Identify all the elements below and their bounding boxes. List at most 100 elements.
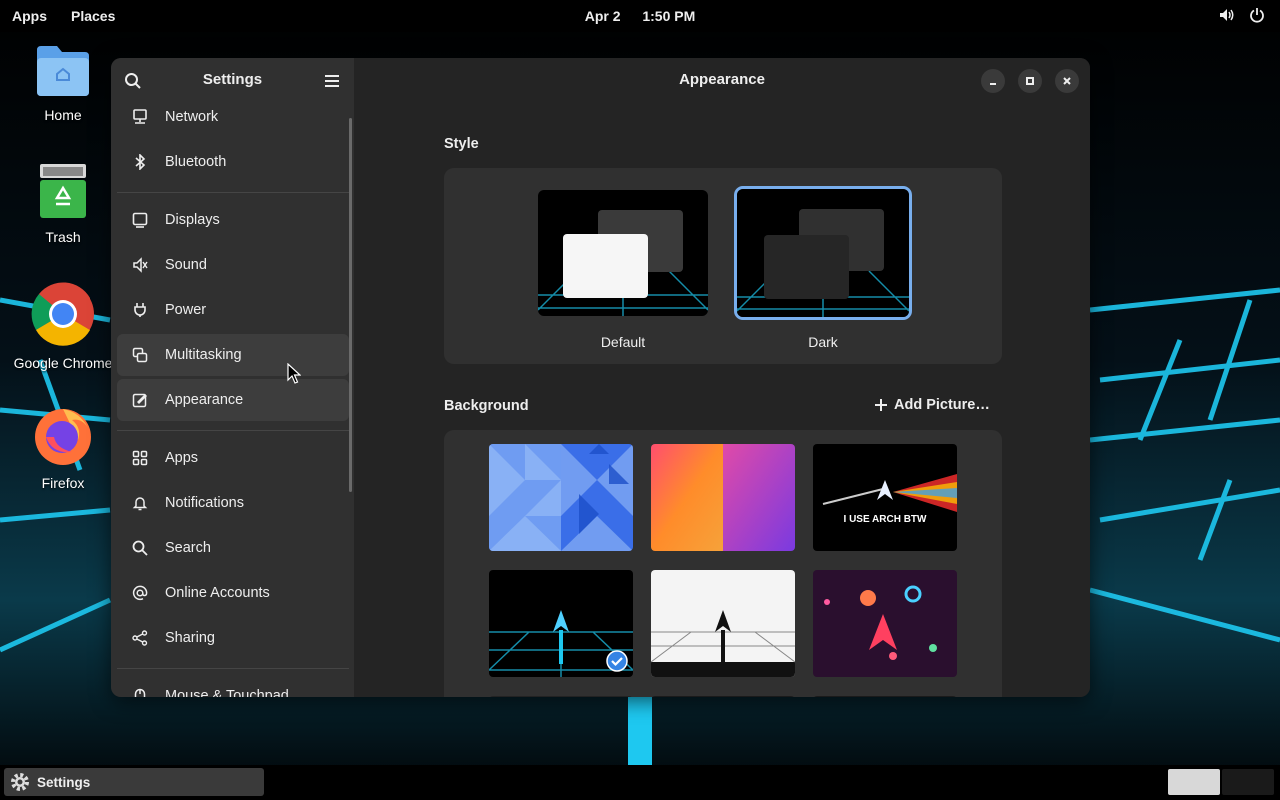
background-thumb-blue-triangles[interactable] xyxy=(489,444,633,551)
background-thumb-arch-prism[interactable]: I USE ARCH BTW xyxy=(813,444,957,551)
mouse-cursor-icon xyxy=(287,363,301,384)
gear-icon xyxy=(11,773,29,791)
clock: Apr 2 1:50 PM xyxy=(0,0,1280,32)
clock-date[interactable]: Apr 2 xyxy=(585,8,621,24)
desktop-icon-home[interactable]: Home xyxy=(8,44,118,123)
taskbar: Settings xyxy=(0,765,1280,800)
desktop-icon-label: Home xyxy=(44,107,82,123)
workspace-1[interactable] xyxy=(1168,769,1220,795)
power-icon[interactable] xyxy=(1248,6,1266,24)
power-plug-icon xyxy=(130,300,150,320)
sidebar-item-sharing[interactable]: Sharing xyxy=(117,617,349,659)
sidebar-item-label: Sound xyxy=(165,257,207,273)
settings-sidebar: Settings Network Bluetooth Displays Soun… xyxy=(111,58,354,697)
top-bar: Apps Places Apr 2 1:50 PM xyxy=(0,0,1280,32)
appearance-icon xyxy=(130,390,150,410)
desktop-icon-chrome[interactable]: Google Chrome xyxy=(8,282,118,371)
add-picture-button[interactable]: Add Picture… xyxy=(874,397,990,413)
sidebar-item-displays[interactable]: Displays xyxy=(117,199,349,241)
display-icon xyxy=(130,210,150,230)
style-card: Default Dark xyxy=(444,168,1002,364)
background-thumb-arch-planets[interactable] xyxy=(813,570,957,677)
sidebar-item-appearance[interactable]: Appearance xyxy=(117,379,349,421)
sidebar-scrollbar[interactable] xyxy=(349,118,352,492)
minimize-icon xyxy=(990,83,996,85)
sidebar-item-label: Displays xyxy=(165,212,220,228)
sidebar-item-label: Appearance xyxy=(165,392,244,408)
background-thumb-arch-neon-grid[interactable] xyxy=(489,570,633,677)
sidebar-list: Network Bluetooth Displays Sound Power M… xyxy=(111,104,354,697)
taskbar-settings-button[interactable]: Settings xyxy=(4,768,264,796)
places-menu[interactable]: Places xyxy=(71,0,115,32)
hamburger-icon xyxy=(325,75,339,87)
sidebar-header: Settings xyxy=(111,58,354,104)
add-picture-label: Add Picture… xyxy=(894,397,990,413)
sidebar-item-label: Online Accounts xyxy=(165,585,270,601)
share-icon xyxy=(130,628,150,648)
desktop-icon-trash[interactable]: Trash xyxy=(8,164,118,245)
bluetooth-icon xyxy=(130,152,150,172)
sidebar-item-network[interactable]: Network xyxy=(117,104,349,138)
sidebar-item-label: Apps xyxy=(165,450,199,466)
sidebar-item-multitasking[interactable]: Multitasking xyxy=(117,334,349,376)
main-menu-button[interactable] xyxy=(319,68,345,94)
mouse-icon xyxy=(130,686,150,697)
background-thumb-arch-white-grid[interactable] xyxy=(651,570,795,677)
sidebar-item-apps[interactable]: Apps xyxy=(117,437,349,479)
at-icon xyxy=(130,583,150,603)
background-thumb[interactable] xyxy=(489,696,633,697)
chrome-icon xyxy=(31,282,94,346)
page-title: Appearance xyxy=(679,71,765,88)
sidebar-item-label: Network xyxy=(165,109,219,125)
apps-grid-icon xyxy=(130,448,150,468)
style-option-dark[interactable] xyxy=(734,186,912,320)
desktop-icon-label: Firefox xyxy=(41,475,85,491)
sidebar-item-mouse-touchpad[interactable]: Mouse & Touchpad xyxy=(117,675,349,697)
multitasking-icon xyxy=(130,345,150,365)
close-button[interactable] xyxy=(1055,69,1079,93)
sidebar-item-power[interactable]: Power xyxy=(117,289,349,331)
sidebar-item-sound[interactable]: Sound xyxy=(117,244,349,286)
maximize-icon xyxy=(1026,77,1034,85)
background-thumb-orange-purple-gradient[interactable] xyxy=(651,444,795,551)
sidebar-title: Settings xyxy=(202,71,263,88)
network-icon xyxy=(130,107,150,127)
sidebar-item-search[interactable]: Search xyxy=(117,527,349,569)
background-section-label: Background xyxy=(444,398,529,414)
style-section-label: Style xyxy=(444,136,479,152)
sidebar-separator xyxy=(117,668,349,669)
sidebar-item-label: Search xyxy=(165,540,211,556)
minimize-button[interactable] xyxy=(981,69,1005,93)
system-tray xyxy=(1218,6,1266,24)
thumb-caption: I USE ARCH BTW xyxy=(844,514,928,525)
maximize-button[interactable] xyxy=(1018,69,1042,93)
desktop-icon-firefox[interactable]: Firefox xyxy=(8,404,118,491)
background-grid: I USE ARCH BTW xyxy=(444,430,1002,697)
taskbar-item-label: Settings xyxy=(37,774,91,790)
settings-window: Settings Network Bluetooth Displays Soun… xyxy=(111,58,1090,697)
style-option-default[interactable] xyxy=(538,190,708,316)
volume-icon[interactable] xyxy=(1218,6,1236,24)
desktop-icon-label: Google Chrome xyxy=(13,355,113,371)
background-thumb[interactable] xyxy=(813,696,957,697)
plus-icon xyxy=(875,399,887,411)
sidebar-separator xyxy=(117,430,349,431)
style-option-label: Dark xyxy=(808,334,838,350)
sidebar-separator xyxy=(117,192,349,193)
clock-time[interactable]: 1:50 PM xyxy=(642,8,695,24)
sidebar-item-online-accounts[interactable]: Online Accounts xyxy=(117,572,349,614)
home-folder-icon xyxy=(37,46,89,96)
appearance-panel: Appearance Style Default Dark Background… xyxy=(354,58,1090,697)
sidebar-item-label: Notifications xyxy=(165,495,244,511)
workspace-2[interactable] xyxy=(1222,769,1274,795)
background-thumb[interactable] xyxy=(651,696,795,697)
trash-icon xyxy=(40,164,86,218)
bell-icon xyxy=(130,493,150,513)
sidebar-item-notifications[interactable]: Notifications xyxy=(117,482,349,524)
close-icon xyxy=(1063,77,1071,85)
sidebar-item-label: Power xyxy=(165,302,207,318)
sidebar-item-label: Sharing xyxy=(165,630,215,646)
apps-menu[interactable]: Apps xyxy=(12,0,47,32)
sidebar-item-bluetooth[interactable]: Bluetooth xyxy=(117,141,349,183)
firefox-icon xyxy=(35,409,91,465)
